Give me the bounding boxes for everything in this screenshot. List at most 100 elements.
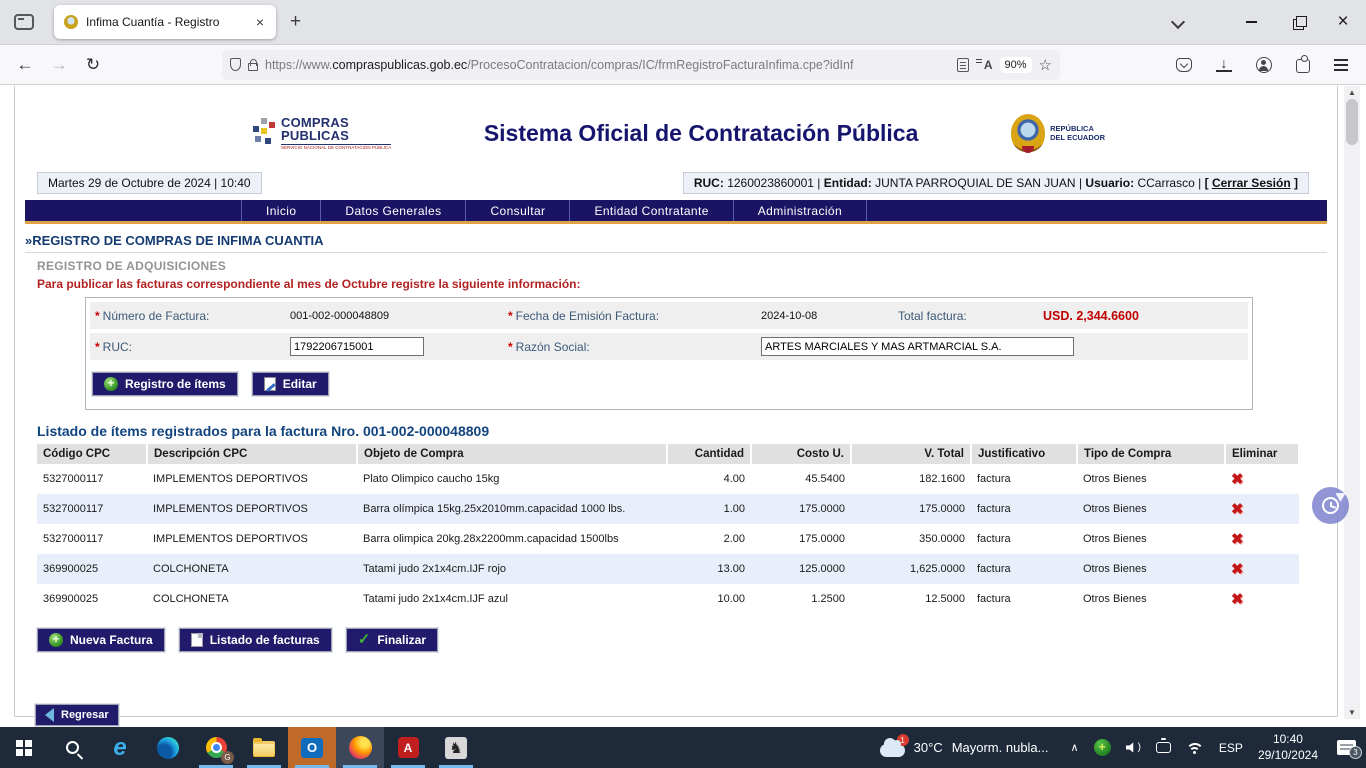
floating-clock-widget[interactable] (1312, 487, 1349, 524)
logout-link[interactable]: Cerrar Sesión (1212, 176, 1291, 190)
nav-item-entidad-contratante[interactable]: Entidad Contratante (570, 200, 733, 221)
item-cell: COLCHONETA (147, 554, 357, 584)
item-cell: Otros Bienes (1077, 464, 1225, 494)
go-back-button[interactable]: Regresar (35, 704, 119, 726)
nav-item-inicio[interactable]: Inicio (242, 200, 321, 221)
extensions-icon[interactable] (1296, 59, 1310, 73)
item-cell: 1.00 (667, 494, 751, 524)
new-tab-button[interactable]: + (290, 11, 301, 33)
delete-item-icon[interactable] (1231, 561, 1244, 578)
item-cell: Otros Bienes (1077, 524, 1225, 554)
meet-now-icon[interactable] (1156, 742, 1171, 753)
windows-taskbar: e G O A ♞ 1 30°C Mayorm. nubla... ∧ ) ES… (0, 727, 1366, 768)
nav-item-administraci-n[interactable]: Administración (734, 200, 867, 221)
item-cell: factura (971, 584, 1077, 614)
scroll-down-arrow-icon[interactable]: ▼ (1344, 708, 1360, 717)
item-cell: factura (971, 464, 1077, 494)
browser-tab[interactable]: Infima Cuantía - Registro × (54, 5, 276, 39)
windows-logo-icon (16, 740, 32, 756)
delete-item-icon[interactable] (1231, 471, 1244, 488)
page-zoom-indicator[interactable]: 90% (1000, 57, 1032, 73)
edit-button[interactable]: Editar (252, 372, 329, 396)
list-all-tabs-icon[interactable] (1170, 15, 1184, 29)
razon-social-input[interactable] (761, 337, 1074, 356)
back-button[interactable]: ← (8, 55, 42, 75)
reader-view-icon[interactable] (957, 58, 969, 72)
language-indicator[interactable]: ESP (1219, 741, 1243, 755)
taskbar-explorer-button[interactable] (240, 727, 288, 768)
window-minimize-button[interactable] (1228, 0, 1274, 45)
file-explorer-icon (253, 741, 275, 757)
account-icon[interactable] (1256, 57, 1272, 73)
nav-item-datos-generales[interactable]: Datos Generales (321, 200, 466, 221)
taskbar-clock[interactable]: 10:40 29/10/2024 (1258, 732, 1318, 763)
url-text: https://www.compraspublicas.gob.ec/Proce… (265, 58, 950, 72)
taskbar-acrobat-button[interactable]: A (384, 727, 432, 768)
firefox-view-icon[interactable] (14, 14, 34, 30)
tracking-shield-icon[interactable] (230, 58, 241, 71)
page-scrollbar[interactable]: ▲ ▼ (1344, 86, 1360, 719)
taskbar-edge-button[interactable] (144, 727, 192, 768)
page-viewport: COMPRAS PUBLICAS SERVICIO NACIONAL DE CO… (0, 86, 1366, 727)
compras-publicas-logo: COMPRAS PUBLICAS SERVICIO NACIONAL DE CO… (253, 116, 391, 151)
invoice-list-button[interactable]: Listado de facturas (179, 628, 332, 652)
item-cell: 10.00 (667, 584, 751, 614)
forward-button[interactable]: → (42, 55, 76, 75)
taskbar-weather-widget[interactable]: 1 30°C Mayorm. nubla... (868, 727, 1061, 768)
lock-icon[interactable] (248, 63, 258, 71)
razon-social-label: *Razón Social: (503, 340, 761, 354)
reload-button[interactable]: ↻ (76, 55, 110, 75)
items-column-header: Cantidad (667, 444, 751, 464)
scroll-up-arrow-icon[interactable]: ▲ (1344, 88, 1360, 97)
item-delete-cell (1225, 464, 1299, 494)
delete-item-icon[interactable] (1231, 591, 1244, 608)
bookmark-star-icon[interactable]: ☆ (1039, 56, 1052, 74)
notification-center-icon[interactable]: 3 (1337, 740, 1356, 755)
downloads-icon[interactable]: ↓ (1216, 57, 1232, 72)
nav-item-consultar[interactable]: Consultar (466, 200, 570, 221)
items-column-header: Justificativo (971, 444, 1077, 464)
window-restore-button[interactable] (1274, 0, 1320, 45)
start-button[interactable] (0, 727, 48, 768)
taskbar-outlook-button[interactable]: O (288, 727, 336, 768)
register-items-button[interactable]: Registro de ítems (92, 372, 238, 396)
item-cell: IMPLEMENTOS DEPORTIVOS (147, 464, 357, 494)
tab-close-icon[interactable]: × (254, 14, 266, 30)
antivirus-tray-icon[interactable] (1094, 739, 1111, 756)
menu-hamburger-icon[interactable] (1334, 59, 1348, 71)
delete-item-icon[interactable] (1231, 531, 1244, 548)
volume-icon[interactable]: ) (1126, 742, 1141, 753)
scrollbar-thumb[interactable] (1346, 99, 1358, 145)
invoice-form-row-2: *RUC: *Razón Social: (90, 333, 1248, 360)
internet-explorer-icon: e (113, 736, 126, 760)
taskbar-search-button[interactable] (48, 727, 96, 768)
item-cell: 1,625.0000 (851, 554, 971, 584)
pocket-icon[interactable] (1176, 58, 1192, 72)
notification-count-badge: 3 (1349, 746, 1362, 759)
finish-button[interactable]: Finalizar (346, 628, 438, 652)
ecuador-crest-icon (1011, 114, 1045, 152)
item-cell: Otros Bienes (1077, 554, 1225, 584)
wifi-icon[interactable] (1186, 741, 1204, 754)
taskbar-app-button[interactable]: ♞ (432, 727, 480, 768)
ruc-input[interactable] (290, 337, 424, 356)
translate-icon[interactable]: A (976, 58, 993, 72)
new-invoice-button[interactable]: Nueva Factura (37, 628, 165, 652)
search-icon (66, 741, 79, 754)
window-close-button[interactable]: × (1320, 0, 1366, 45)
logo-text-line1: COMPRAS (281, 116, 391, 129)
item-cell: 45.5400 (751, 464, 851, 494)
taskbar-chrome-button[interactable]: G (192, 727, 240, 768)
delete-item-icon[interactable] (1231, 501, 1244, 518)
item-cell: Plato Olimpico caucho 15kg (357, 464, 667, 494)
item-delete-cell (1225, 554, 1299, 584)
items-column-header: V. Total (851, 444, 971, 464)
item-cell: 4.00 (667, 464, 751, 494)
tray-chevron-up-icon[interactable]: ∧ (1071, 741, 1079, 754)
taskbar-ie-button[interactable]: e (96, 727, 144, 768)
address-bar-input[interactable]: https://www.compraspublicas.gob.ec/Proce… (222, 50, 1060, 80)
taskbar-firefox-button[interactable] (336, 727, 384, 768)
logo-blocks-icon (253, 118, 275, 148)
item-cell: Otros Bienes (1077, 584, 1225, 614)
emission-date-label: *Fecha de Emisión Factura: (503, 309, 761, 323)
